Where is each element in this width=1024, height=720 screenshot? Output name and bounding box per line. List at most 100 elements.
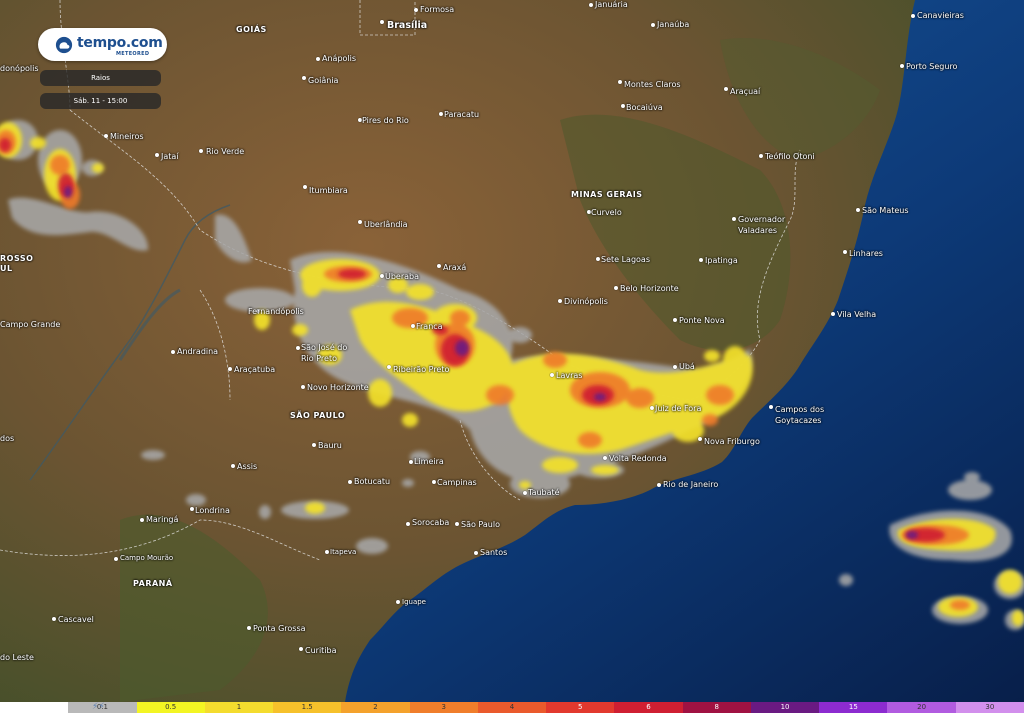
city-dot [437,264,441,268]
city-label: Iguape [402,598,426,606]
city-dot [856,208,860,212]
city-dot [387,365,391,369]
city-dot [155,153,159,157]
city-dot [247,626,251,630]
city-label: donópolis [0,64,39,73]
legend-label: 1.5 [301,703,313,711]
city-label: São José do Rio Preto [301,343,348,363]
city-label: Belo Horizonte [620,284,679,293]
legend-label: 15 [848,703,858,711]
state-label: GOIÁS [236,25,267,34]
city-label: Assis [237,462,258,471]
legend-label: 5 [578,703,583,711]
city-dot [348,480,352,484]
city-label: Andradina [177,347,219,356]
city-label: Januária [595,0,628,9]
city-label: Linhares [849,249,883,258]
city-label: Mineiros [110,132,144,141]
legend-label: 4 [509,703,515,711]
city-dot [724,87,728,91]
city-dot [474,551,478,555]
city-dot [414,8,418,12]
legend-label [0,702,68,713]
city-label: Fernandópolis [248,307,304,316]
precipitation-legend: 0.1 0.5 1 1.5 2 3 4 5 6 8 10 15 20 30 ⚡⚡ [0,702,1024,720]
city-label: Itapeva [330,548,357,556]
city-label: Governador Valadares [738,215,786,235]
city-label: Araçatuba [234,365,276,374]
city-label: Lavras [556,371,583,380]
city-dot [589,3,593,7]
lightning-icon: ⚡⚡ [92,702,105,712]
city-label: Curitiba [305,646,337,655]
city-dot [698,437,702,441]
city-label: Divinópolis [564,297,608,306]
legend-label: 2 [373,703,378,711]
city-label: Teófilo Otoni [765,152,815,161]
city-label: Limeira [414,457,444,466]
city-dot [52,617,56,621]
city-dot [455,522,459,526]
city-dot [325,550,329,554]
city-dot [358,220,362,224]
city-dot [296,346,300,350]
state-label: ROSSO [0,254,34,263]
legend-label: 20 [917,703,927,711]
city-dot [732,217,736,221]
city-dot [618,80,622,84]
brand-subtitle: METEORED [116,51,150,57]
city-dot [231,464,235,468]
city-dot [651,23,655,27]
city-dot [303,185,307,189]
city-label: Itumbiara [309,186,348,195]
city-label: Uberlândia [364,220,408,229]
city-dot [911,14,915,18]
state-label: MINAS GERAIS [571,190,643,199]
city-label: Taubaté [528,488,560,497]
city-label: Botucatu [354,477,391,486]
time-label[interactable]: Sáb. 11 - 15:00 [40,93,161,109]
city-dot [299,647,303,651]
city-label: Ponta Grossa [253,624,306,633]
city-label: Santos [480,548,508,557]
city-label: Novo Horizonte [307,383,369,392]
city-dot [104,134,108,138]
brand-name: tempo.com [77,35,163,51]
city-dot [439,112,443,116]
tempo-logo[interactable]: tempo.com METEORED [38,28,167,61]
city-dot [596,257,600,261]
city-label: Bocaiúva [626,103,663,112]
legend-label: 10 [780,703,790,711]
city-label: Franca [416,322,443,331]
state-label: UL [0,264,13,273]
city-label: Curvelo [591,208,622,217]
city-label: Volta Redonda [609,454,667,463]
city-label: Campo Mourão [120,554,174,562]
city-label: Araçuaí [730,87,761,96]
city-label: do Leste [0,653,34,662]
city-label: Campo Grande [0,320,61,329]
state-label: PARANÁ [133,579,173,588]
city-label: Montes Claros [624,80,681,89]
city-dot [228,367,232,371]
city-dot [140,518,144,522]
state-label: SÃO PAULO [290,411,346,420]
layer-label[interactable]: Raios [40,70,161,86]
city-dot [621,104,625,108]
city-dot [302,76,306,80]
city-dot [614,286,618,290]
legend-label: 1 [236,703,242,711]
city-dot [114,557,118,561]
capital-label: Brasília [387,20,428,31]
city-dot [312,443,316,447]
city-label: Pires do Rio [362,116,409,125]
city-dot [409,460,413,464]
city-dot [523,491,527,495]
city-label: Porto Seguro [906,62,958,71]
city-label: Canavieiras [917,11,964,20]
city-label: São Mateus [862,206,909,215]
city-label: Anápolis [322,54,357,63]
city-dot [171,350,175,354]
city-dot [699,258,703,262]
city-label: Ponte Nova [679,316,725,325]
